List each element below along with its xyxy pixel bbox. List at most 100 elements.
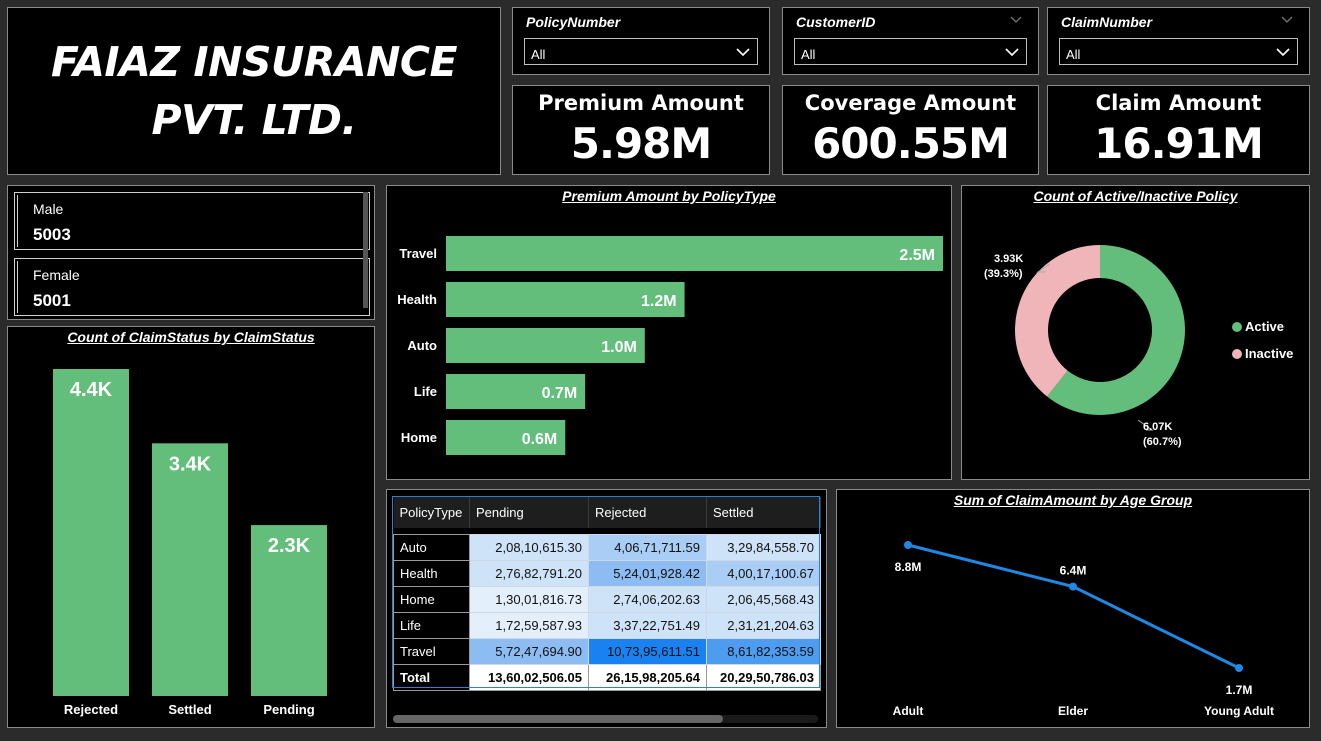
gender-panel: Male 5003 Female 5001 — [7, 185, 375, 320]
claim-matrix-panel: PolicyType Pending Rejected Settled Auto… — [386, 489, 827, 728]
card-label: Coverage Amount — [804, 91, 1017, 115]
row-header: Health — [393, 559, 470, 587]
claimnumber-dropdown[interactable]: All — [1059, 38, 1298, 65]
data-label: 2.3K — [268, 535, 311, 557]
data-label: 6.4M — [1060, 564, 1087, 578]
table-header-row: PolicyType Pending Rejected Settled — [393, 497, 821, 528]
active-inactive-donut: 6.07K (60.7%) 3.93K (39.3%) Active Inactive — [984, 245, 1293, 448]
table-cell: 2,76,82,791.20 — [469, 559, 589, 587]
table-cell: 4,00,17,100.67 — [706, 559, 821, 587]
chevron-down-icon — [1276, 48, 1290, 57]
table-cell: 1,72,59,587.93 — [469, 611, 589, 639]
data-label: 4.4K — [70, 379, 113, 401]
card-value: 5.98M — [570, 119, 712, 168]
card-value: 16.91M — [1094, 119, 1264, 168]
total-cell: 13,60,02,506.05 — [469, 663, 589, 691]
table-cell: 2,31,21,204.63 — [706, 611, 821, 639]
gender-card-female[interactable]: Female 5001 — [14, 258, 370, 316]
column-header[interactable]: Settled — [706, 497, 821, 528]
slice-inactive — [1015, 245, 1100, 397]
policytype-chart: 2.5M Travel 1.2M Health 1.0M Auto 0.7M Life 0.6M… — [397, 236, 943, 455]
row-header: Total — [393, 663, 470, 691]
table-cell: 3,29,84,558.70 — [706, 533, 821, 561]
horizontal-scrollbar[interactable] — [393, 715, 818, 723]
column-header[interactable]: Rejected — [588, 497, 707, 528]
table-cell: 5,24,01,928.42 — [588, 559, 707, 587]
bar-travel — [446, 236, 943, 271]
data-label: 2.5M — [899, 247, 935, 264]
total-cell: 20,29,50,786.03 — [706, 663, 821, 691]
active-policy-chart-panel: Count of Active/Inactive Policy 6.07K (60… — [961, 185, 1310, 480]
table-cell: 2,08,10,615.30 — [469, 533, 589, 561]
percent-label-active: (60.7%) — [1143, 436, 1182, 448]
age-group-line-chart: 8.8M Adult 6.4M Elder 1.7M Young Adult — [893, 541, 1274, 718]
bar-rejected — [53, 369, 129, 696]
data-label: 8.8M — [895, 560, 922, 574]
card-label: Claim Amount — [1095, 91, 1262, 115]
table-cell: 2,74,06,202.63 — [588, 585, 707, 613]
data-label: 1.7M — [1226, 683, 1253, 697]
column-header[interactable]: PolicyType — [393, 497, 470, 528]
table-cell: 8,61,82,353.59 — [706, 637, 821, 665]
table-cell: 10,73,95,611.51 — [588, 637, 707, 665]
chevron-down-icon[interactable] — [1281, 16, 1293, 24]
policytype-chart-panel: Premium Amount by PolicyType 2.5M Travel 1… — [386, 185, 952, 480]
row-header: Auto — [393, 533, 470, 561]
card-label: Premium Amount — [538, 91, 744, 115]
total-cell: 26,15,98,205.64 — [588, 663, 707, 691]
customerid-dropdown[interactable]: All — [794, 38, 1027, 65]
row-header: Life — [393, 611, 470, 639]
data-point — [904, 541, 912, 549]
card-value: 600.55M — [812, 119, 1010, 168]
data-label: 1.2M — [641, 293, 677, 310]
y-tick-label: Health — [397, 292, 437, 307]
chevron-down-icon[interactable] — [1010, 16, 1022, 24]
x-tick-label: Elder — [1058, 704, 1088, 718]
y-tick-label: Home — [401, 430, 437, 445]
claim-matrix-table: PolicyType Pending Rejected Settled Auto… — [393, 497, 821, 691]
slicer-policynumber: PolicyNumber All — [512, 7, 770, 75]
data-label: 1.0M — [601, 339, 637, 356]
scrollbar-thumb[interactable] — [393, 715, 723, 723]
gender-value: 5001 — [33, 291, 71, 310]
slicer-label: CustomerID — [796, 14, 876, 30]
data-label-inactive: 3.93K — [994, 253, 1023, 265]
dropdown-value: All — [531, 47, 546, 62]
x-tick-label: Settled — [168, 702, 211, 717]
table-cell: 3,37,22,751.49 — [588, 611, 707, 639]
table-cell: 1,30,01,816.73 — [469, 585, 589, 613]
gender-card-male[interactable]: Male 5003 — [14, 192, 370, 250]
title-line-1: FAIAZ INSURANCE — [50, 38, 458, 86]
dropdown-value: All — [801, 47, 816, 62]
y-tick-label: Life — [414, 384, 437, 399]
scrollbar[interactable] — [363, 192, 368, 308]
data-point — [1069, 582, 1077, 591]
x-tick-label: Pending — [263, 702, 314, 717]
column-header[interactable]: Pending — [469, 497, 589, 528]
table-row[interactable]: Auto 2,08,10,615.30 4,06,71,711.59 3,29,84,… — [393, 533, 821, 561]
table-row[interactable]: Home 1,30,01,816.73 2,74,06,202.63 2,06,45,… — [393, 585, 821, 613]
chevron-down-icon — [736, 48, 750, 57]
legend-label-active: Active — [1245, 319, 1284, 334]
x-tick-label: Adult — [893, 704, 924, 718]
title-panel: FAIAZ INSURANCE PVT. LTD. — [7, 7, 501, 175]
slicer-label: ClaimNumber — [1061, 14, 1153, 30]
claimstatus-chart: 4.4K Rejected 3.4K Settled 2.3K Pending — [53, 369, 327, 717]
card-premium-amount: Premium Amount 5.98M — [512, 85, 770, 175]
table-row[interactable]: Life 1,72,59,587.93 3,37,22,751.49 2,31,21,… — [393, 611, 821, 639]
bar-settled — [152, 443, 228, 696]
claimstatus-chart-panel: Count of ClaimStatus by ClaimStatus 4.4K… — [7, 326, 375, 728]
y-tick-label: Travel — [399, 246, 437, 261]
table-cell: 2,06,45,568.43 — [706, 585, 821, 613]
legend-marker-inactive — [1232, 349, 1242, 359]
row-header: Travel — [393, 637, 470, 665]
x-tick-label: Young Adult — [1204, 704, 1274, 718]
card-claim-amount: Claim Amount 16.91M — [1047, 85, 1310, 175]
data-label: 0.7M — [542, 385, 578, 402]
gender-label: Female — [33, 267, 80, 283]
total-row: Total 13,60,02,506.05 26,15,98,205.64 20,29… — [393, 663, 821, 691]
policynumber-dropdown[interactable]: All — [524, 38, 758, 65]
gender-value: 5003 — [33, 225, 71, 244]
table-row[interactable]: Travel 5,72,47,694.90 10,73,95,611.51 8,61,… — [393, 637, 821, 665]
table-row[interactable]: Health 2,76,82,791.20 5,24,01,928.42 4,00,1… — [393, 559, 821, 587]
